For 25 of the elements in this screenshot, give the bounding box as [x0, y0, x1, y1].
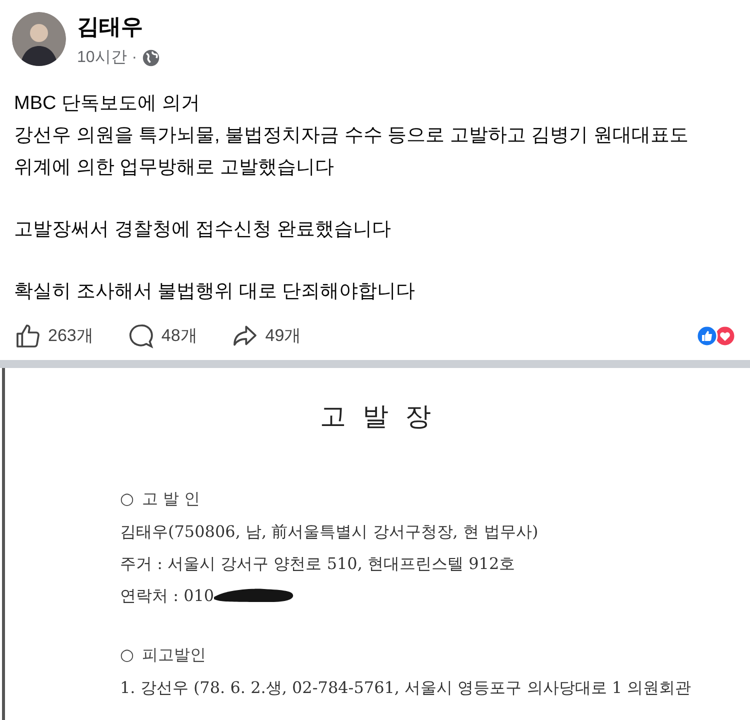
- speech-bubble-icon: [127, 322, 156, 350]
- post-text-line: 고발장써서 경찰청에 접수신청 완료했습니다: [14, 218, 392, 242]
- author-name[interactable]: 김태우: [77, 12, 160, 42]
- document-line: 1. 강선우 (78. 6. 2.생, 02-784-5761, 서울시 영등포구 의사당대로 1 의원회관: [120, 677, 692, 699]
- document-line: 연락처 : 010: [120, 585, 214, 607]
- section-heading: 피고발인: [142, 644, 206, 666]
- post-text-line: 위계에 의한 업무방해로 고발했습니다: [14, 156, 335, 180]
- section-bullet: ○: [120, 644, 134, 666]
- avatar[interactable]: [12, 12, 66, 66]
- document-title: 고 발 장: [320, 401, 435, 434]
- thumbs-up-icon: [14, 322, 42, 350]
- post-time[interactable]: 10시간: [77, 46, 127, 70]
- post-text-line: 강선우 의원을 특가뇌물, 불법정치자금 수수 등으로 고발하고 김병기 원대대표도: [14, 124, 690, 148]
- document-line: 주거 : 서울시 강서구 양천로 510, 현대프린스텔 912호: [120, 553, 516, 575]
- separator-dot: ·: [132, 48, 138, 68]
- comment-button[interactable]: 48개: [127, 322, 198, 350]
- document-line: 김태우(750806, 남, 前서울특별시 강서구청장, 현 법무사): [120, 521, 538, 543]
- reaction-icons[interactable]: [696, 325, 736, 347]
- post-text-line: MBC 단독보도에 의거: [14, 92, 201, 116]
- like-button[interactable]: 263개: [14, 322, 94, 350]
- share-button[interactable]: 49개: [231, 322, 302, 350]
- post-text-line: 확실히 조사해서 불법행위 대로 단죄해야합니다: [14, 280, 416, 304]
- section-heading: 고 발 인: [142, 488, 200, 510]
- section-bullet: ○: [120, 488, 134, 510]
- globe-icon: [142, 49, 160, 67]
